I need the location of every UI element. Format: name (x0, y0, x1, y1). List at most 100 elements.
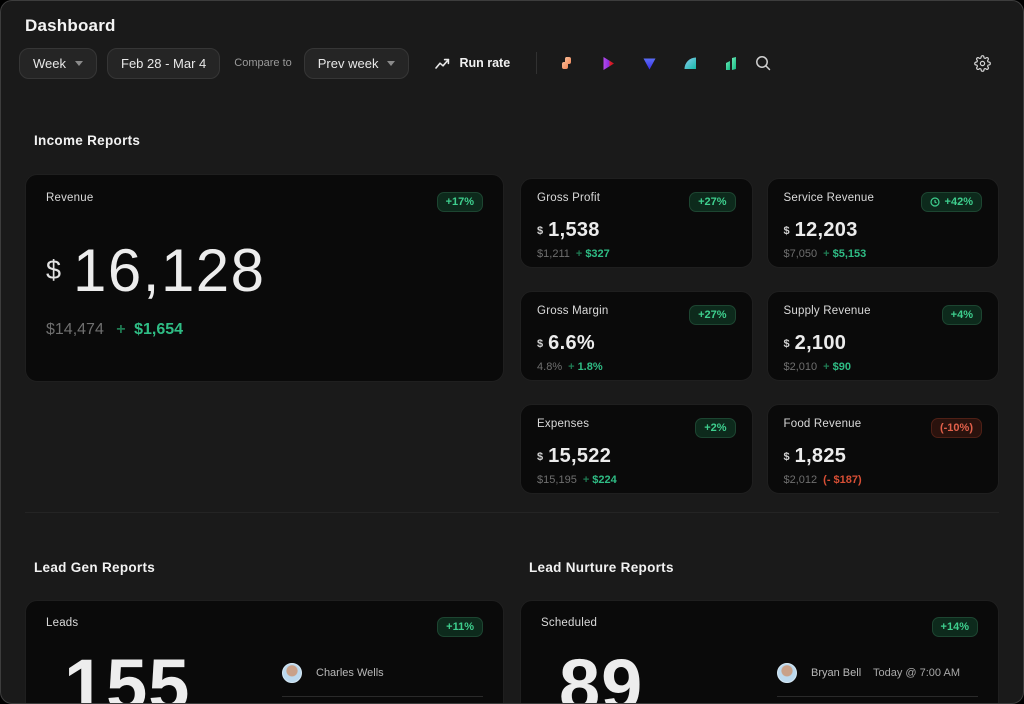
scheduled-person-name: Bryan Bell (811, 667, 861, 679)
card-label: Gross Margin (537, 305, 608, 317)
card-amount: 12,203 (795, 219, 858, 242)
settings-gear-icon[interactable] (974, 55, 991, 72)
delta-value: $90 (833, 361, 851, 373)
food-revenue-card: Food Revenue (-10%) $1,825 $2,012 (- $187) (767, 404, 999, 494)
run-rate-label: Run rate (459, 56, 510, 70)
dashboard-window: Dashboard Week Feb 28 - Mar 4 Compare to… (0, 0, 1024, 704)
toolbar-divider (536, 52, 537, 74)
delta-value: 1.8% (578, 361, 603, 373)
currency-symbol: $ (46, 255, 61, 286)
leads-count: 155 (64, 643, 190, 704)
revenue-amount: 16,128 (73, 236, 266, 305)
change-badge: +11% (437, 617, 483, 637)
logo-orange-blob-icon[interactable] (559, 55, 576, 72)
scheduled-list: Bryan Bell Today @ 7:00 AM (777, 663, 978, 697)
logo-gradient-play-icon[interactable] (600, 55, 617, 72)
delta-sign: + (568, 361, 574, 373)
delta-value: $187) (834, 474, 862, 486)
previous-value: $1,211 (537, 248, 570, 260)
compare-select[interactable]: Prev week (304, 48, 410, 79)
delta-value: $327 (585, 248, 609, 260)
lead-nurture-reports-title: Lead Nurture Reports (520, 560, 999, 575)
previous-value: $2,012 (784, 474, 818, 486)
card-label: Service Revenue (784, 192, 875, 204)
delta-value: $224 (592, 474, 616, 486)
card-label: Gross Profit (537, 192, 600, 204)
gross-margin-card: Gross Margin +27% $6.6% 4.8% +1.8% (520, 291, 752, 381)
scheduled-time: Today @ 7:00 AM (873, 667, 978, 679)
currency-symbol: $ (784, 451, 790, 463)
revenue-value: $ 16,128 (46, 236, 483, 305)
delta-sign: + (576, 248, 582, 260)
expenses-card: Expenses +2% $15,522 $15,195+$224 (520, 404, 752, 494)
leads-card: Leads +11% 155 Charles Wells (25, 600, 504, 704)
currency-symbol: $ (784, 225, 790, 237)
previous-value: $15,195 (537, 474, 577, 486)
lead-list: Charles Wells (282, 663, 483, 697)
card-label: Expenses (537, 418, 589, 430)
run-rate-button[interactable]: Run rate (435, 56, 510, 70)
card-amount: 2,100 (795, 332, 847, 355)
card-amount: 1,538 (548, 219, 600, 242)
scheduled-row[interactable]: Bryan Bell Today @ 7:00 AM (777, 663, 978, 683)
logo-teal-quadrant-icon[interactable] (682, 55, 699, 72)
change-badge: +27% (689, 192, 735, 212)
card-label: Scheduled (541, 617, 597, 629)
logo-blue-funnel-icon[interactable] (641, 55, 658, 72)
gross-profit-card: Gross Profit +27% $1,538 $1,211 +$327 (520, 178, 752, 268)
income-mini-grid: Gross Profit +27% $1,538 $1,211+$327 Ser… (520, 178, 999, 494)
period-select[interactable]: Week (19, 48, 97, 79)
avatar (777, 663, 797, 683)
delta-sign: (- (823, 474, 830, 486)
currency-symbol: $ (537, 338, 543, 350)
supply-revenue-card: Supply Revenue +4% $2,100 $2,010 + $90 (767, 291, 999, 381)
delta-sign: + (116, 321, 125, 338)
card-amount: 6.6% (548, 332, 595, 355)
lead-row[interactable]: Charles Wells (282, 663, 483, 683)
previous-value: $7,050 (784, 248, 818, 260)
lead-gen-reports-title: Lead Gen Reports (25, 560, 504, 575)
change-badge: +42% (921, 192, 982, 212)
previous-value: $2,010 (784, 361, 818, 373)
card-amount: 1,825 (795, 445, 847, 468)
change-badge-negative: (-10%) (931, 418, 982, 438)
change-badge: +4% (942, 305, 982, 325)
section-divider (25, 512, 999, 513)
service-revenue-card: Service Revenue +42% $12,203 $7,050 + $5,1… (767, 178, 999, 268)
trending-up-icon (435, 57, 450, 70)
compare-to-label: Compare to (234, 57, 291, 69)
card-label: Revenue (46, 192, 93, 204)
revenue-card: Revenue +17% $ 16,128 $14,474 + $1,654 (25, 174, 504, 382)
row-divider (777, 696, 978, 697)
card-label: Leads (46, 617, 78, 629)
change-badge: +17% (437, 192, 483, 212)
chevron-down-icon (387, 61, 395, 66)
previous-value: 4.8% (537, 361, 562, 373)
lead-person-name: Charles Wells (316, 667, 384, 679)
card-amount: 15,522 (548, 445, 611, 468)
badge-text: +42% (945, 196, 973, 208)
income-reports-title: Income Reports (34, 133, 999, 148)
card-label: Supply Revenue (784, 305, 871, 317)
logo-green-bars-icon[interactable] (723, 55, 740, 72)
toolbar: Week Feb 28 - Mar 4 Compare to Prev week… (1, 47, 1023, 79)
search-icon[interactable] (754, 54, 772, 72)
delta-sign: + (823, 248, 829, 260)
delta-value: $1,654 (134, 321, 183, 338)
card-label: Food Revenue (784, 418, 862, 430)
integration-icons (559, 55, 740, 72)
currency-symbol: $ (537, 225, 543, 237)
date-range-button[interactable]: Feb 28 - Mar 4 (107, 48, 220, 79)
change-badge: +27% (689, 305, 735, 325)
badge-gauge-icon (930, 197, 940, 207)
period-select-value: Week (33, 56, 66, 71)
revenue-comparison: $14,474 + $1,654 (46, 321, 483, 339)
compare-select-value: Prev week (318, 56, 379, 71)
currency-symbol: $ (537, 451, 543, 463)
currency-symbol: $ (784, 338, 790, 350)
delta-value: $5,153 (833, 248, 867, 260)
page-title: Dashboard (1, 1, 1023, 36)
delta-sign: + (823, 361, 829, 373)
row-divider (282, 696, 483, 697)
change-badge: +14% (932, 617, 978, 637)
